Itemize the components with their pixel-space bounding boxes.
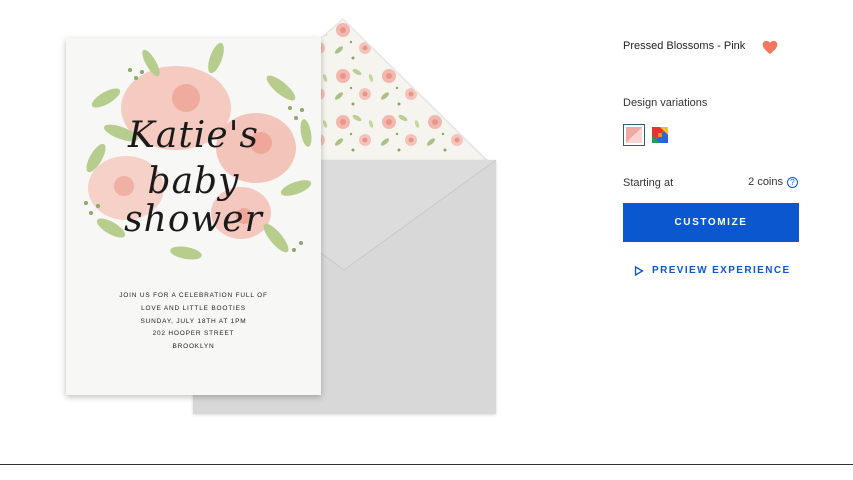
card-detail-line: 202 HOOPER STREET (152, 330, 235, 338)
card-title-line-3: shower (124, 199, 263, 240)
card-detail-line: LOVE AND LITTLE BOOTIES (141, 304, 246, 312)
card-title-line-2: baby (147, 161, 240, 202)
heart-icon[interactable] (762, 40, 778, 55)
card-title-line-1: Katie's (127, 115, 259, 156)
starting-at-label: Starting at (623, 177, 674, 189)
product-title: Pressed Blossoms - Pink (623, 40, 746, 52)
card-detail-line: BROOKLYN (172, 343, 215, 351)
card-detail-line: SUNDAY, JULY 18TH AT 1PM (140, 317, 247, 325)
invitation-preview: Katie's baby shower JOIN US FOR A CELEBR… (0, 0, 560, 440)
question-circle-icon[interactable]: ? (787, 176, 798, 188)
preview-experience-label: PREVIEW EXPERIENCE (652, 265, 791, 276)
preview-experience-link[interactable]: PREVIEW EXPERIENCE (634, 265, 791, 276)
swatch-multicolor-color (652, 127, 668, 143)
play-outline-icon (634, 265, 644, 276)
design-variations-label: Design variations (623, 97, 708, 109)
card-details: JOIN US FOR A CELEBRATION FULL OF LOVE A… (66, 290, 321, 354)
floral-illustration (84, 42, 312, 260)
customize-button[interactable]: CUSTOMIZE (623, 203, 799, 242)
price-coins: 2 coins ? (748, 176, 798, 188)
swatch-pink-color (626, 127, 642, 143)
card-detail-line: JOIN US FOR A CELEBRATION FULL OF (119, 292, 268, 299)
invitation-card: Katie's baby shower JOIN US FOR A CELEBR… (66, 38, 321, 395)
price-value: 2 coins (748, 176, 783, 188)
swatch-pink[interactable] (623, 124, 645, 146)
swatch-multicolor[interactable] (649, 124, 671, 146)
bottom-divider (0, 464, 853, 465)
